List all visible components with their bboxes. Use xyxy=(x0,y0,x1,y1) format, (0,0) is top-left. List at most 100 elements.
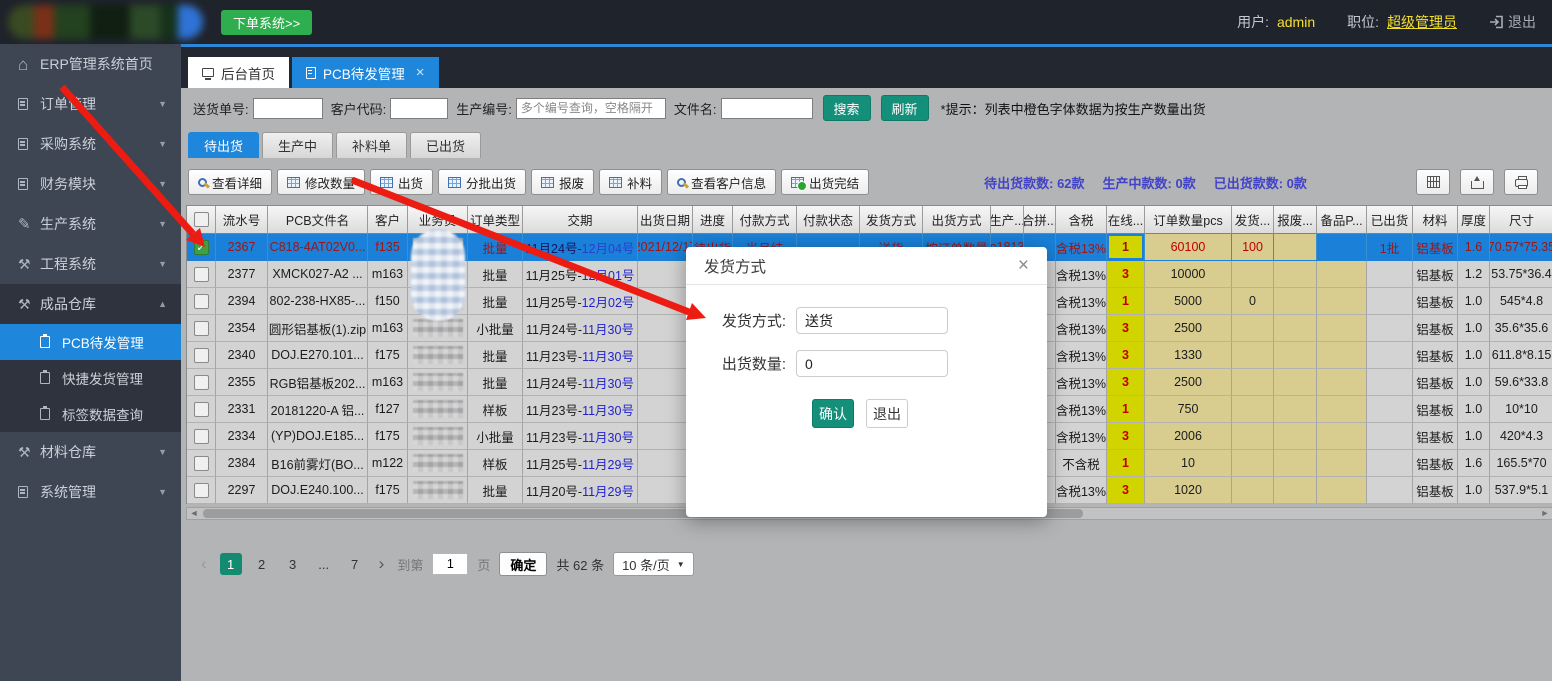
ship-quantity-input[interactable] xyxy=(796,350,948,377)
column-header-checkbox[interactable] xyxy=(187,206,216,234)
position-value[interactable]: 超级管理员 xyxy=(1387,12,1457,32)
column-header-备品P...[interactable]: 备品P... xyxy=(1317,206,1367,234)
page-2[interactable]: 2 xyxy=(251,553,273,575)
page-...[interactable]: ... xyxy=(313,553,335,575)
cell: 2006 xyxy=(1145,423,1232,450)
subtab-补料单[interactable]: 补料单 xyxy=(336,132,407,158)
sidebar-item-财务模块[interactable]: 财务模块▼ xyxy=(0,164,181,204)
column-header-付款状态[interactable]: 付款状态 xyxy=(797,206,860,234)
column-header-发货方式[interactable]: 发货方式 xyxy=(860,206,923,234)
sidebar-item-PCB待发管理[interactable]: PCB待发管理 xyxy=(0,324,181,360)
row-checkbox[interactable] xyxy=(194,402,209,417)
filter-input[interactable] xyxy=(516,98,666,119)
column-header-发货...[interactable]: 发货... xyxy=(1232,206,1274,234)
logout-button[interactable]: 退出 xyxy=(1489,12,1536,32)
column-header-付款方式[interactable]: 付款方式 xyxy=(733,206,797,234)
row-checkbox[interactable] xyxy=(194,348,209,363)
cell: 1.6 xyxy=(1458,450,1490,477)
column-header-已出货[interactable]: 已出货 xyxy=(1367,206,1413,234)
columns-button[interactable] xyxy=(1416,169,1450,195)
column-header-流水号[interactable]: 流水号 xyxy=(216,206,268,234)
magnifier-icon xyxy=(677,178,686,187)
cell xyxy=(187,261,216,288)
confirm-button[interactable]: 确认 xyxy=(812,399,854,428)
column-header-报废...[interactable]: 报废... xyxy=(1274,206,1317,234)
row-checkbox[interactable] xyxy=(194,429,209,444)
row-checkbox[interactable] xyxy=(194,321,209,336)
cell: 750 xyxy=(1145,396,1232,423)
column-header-厚度[interactable]: 厚度 xyxy=(1458,206,1490,234)
select-all-checkbox[interactable] xyxy=(194,212,209,227)
next-page-arrow[interactable]: › xyxy=(375,554,389,574)
toolbar-button-label: 出货完结 xyxy=(809,173,859,192)
sidebar-item-label: 快捷发货管理 xyxy=(62,368,167,388)
sidebar-item-工程系统[interactable]: ⚒工程系统▼ xyxy=(0,244,181,284)
scroll-left-arrow[interactable]: ◄ xyxy=(187,508,201,519)
toolbar-button-修改数量[interactable]: 修改数量 xyxy=(277,169,365,195)
jump-confirm-button[interactable]: 确定 xyxy=(499,552,547,576)
column-header-在线...[interactable]: 在线... xyxy=(1107,206,1145,234)
subtab-已出货[interactable]: 已出货 xyxy=(410,132,481,158)
search-button[interactable]: 搜索 xyxy=(823,95,871,121)
column-header-出货方式[interactable]: 出货方式 xyxy=(923,206,991,234)
filter-input[interactable] xyxy=(253,98,323,119)
toolbar-button-查看详细[interactable]: 查看详细 xyxy=(188,169,272,195)
cell xyxy=(1317,423,1367,450)
row-checkbox[interactable] xyxy=(194,483,209,498)
column-header-客户[interactable]: 客户 xyxy=(368,206,408,234)
filter-input[interactable] xyxy=(390,98,448,119)
filter-input[interactable] xyxy=(721,98,813,119)
tab-pcb-shipping[interactable]: PCB待发管理 × xyxy=(292,57,439,88)
sidebar-item-材料仓库[interactable]: ⚒材料仓库▼ xyxy=(0,432,181,472)
sidebar-item-快捷发货管理[interactable]: 快捷发货管理 xyxy=(0,360,181,396)
sidebar-item-系统管理[interactable]: 系统管理▼ xyxy=(0,472,181,512)
column-header-出货日期[interactable]: 出货日期 xyxy=(638,206,693,234)
toolbar-button-分批出货[interactable]: 分批出货 xyxy=(438,169,526,195)
column-header-含税[interactable]: 含税 xyxy=(1056,206,1107,234)
toolbar-button-查看客户信息[interactable]: 查看客户信息 xyxy=(667,169,776,195)
column-header-PCB文件名[interactable]: PCB文件名 xyxy=(268,206,368,234)
exit-button[interactable]: 退出 xyxy=(866,399,908,428)
page-3[interactable]: 3 xyxy=(282,553,304,575)
page-size-select[interactable]: 10 条/页 ▼ xyxy=(613,552,694,576)
column-header-进度[interactable]: 进度 xyxy=(693,206,733,234)
column-header-生产...[interactable]: 生产... xyxy=(991,206,1024,234)
cell xyxy=(1274,423,1317,450)
column-header-交期[interactable]: 交期 xyxy=(523,206,638,234)
export-button[interactable] xyxy=(1460,169,1494,195)
row-checkbox[interactable]: ✓ xyxy=(194,240,209,255)
subtab-生产中[interactable]: 生产中 xyxy=(262,132,333,158)
toolbar-button-出货[interactable]: 出货 xyxy=(370,169,433,195)
tab-backstage-home[interactable]: 后台首页 xyxy=(188,57,289,88)
column-header-材料[interactable]: 材料 xyxy=(1413,206,1458,234)
sidebar-item-标签数据查询[interactable]: 标签数据查询 xyxy=(0,396,181,432)
column-header-订单类型[interactable]: 订单类型 xyxy=(468,206,523,234)
row-checkbox[interactable] xyxy=(194,456,209,471)
column-header-尺寸[interactable]: 尺寸 xyxy=(1490,206,1552,234)
scroll-right-arrow[interactable]: ► xyxy=(1538,508,1552,519)
refresh-button[interactable]: 刷新 xyxy=(881,95,929,121)
row-checkbox[interactable] xyxy=(194,267,209,282)
dialog-close-icon[interactable]: × xyxy=(1018,256,1029,275)
row-checkbox[interactable] xyxy=(194,294,209,309)
column-header-订单数量pcs[interactable]: 订单数量pcs xyxy=(1145,206,1232,234)
subtab-待出货[interactable]: 待出货 xyxy=(188,132,259,158)
toolbar-button-补料[interactable]: 补料 xyxy=(599,169,662,195)
sidebar-item-订单管理[interactable]: 订单管理▼ xyxy=(0,84,181,124)
sidebar-item-成品仓库[interactable]: ⚒成品仓库▲ xyxy=(0,284,181,324)
prev-page-arrow[interactable]: ‹ xyxy=(197,554,211,574)
order-system-button[interactable]: 下单系统>> xyxy=(221,10,312,35)
toolbar-button-出货完结[interactable]: 出货完结 xyxy=(781,169,869,195)
row-checkbox[interactable] xyxy=(194,375,209,390)
page-1[interactable]: 1 xyxy=(220,553,242,575)
page-jump-input[interactable] xyxy=(432,553,468,575)
sidebar-item-采购系统[interactable]: 采购系统▼ xyxy=(0,124,181,164)
toolbar-button-报废[interactable]: 报废 xyxy=(531,169,594,195)
shipping-method-input[interactable] xyxy=(796,307,948,334)
sidebar-item-生产系统[interactable]: ✎生产系统▼ xyxy=(0,204,181,244)
column-header-合拼...[interactable]: 合拼... xyxy=(1024,206,1056,234)
sidebar-item-ERP管理系统首页[interactable]: ⌂ERP管理系统首页 xyxy=(0,44,181,84)
close-tab-icon[interactable]: × xyxy=(416,64,425,81)
page-7[interactable]: 7 xyxy=(344,553,366,575)
print-button[interactable] xyxy=(1504,169,1538,195)
